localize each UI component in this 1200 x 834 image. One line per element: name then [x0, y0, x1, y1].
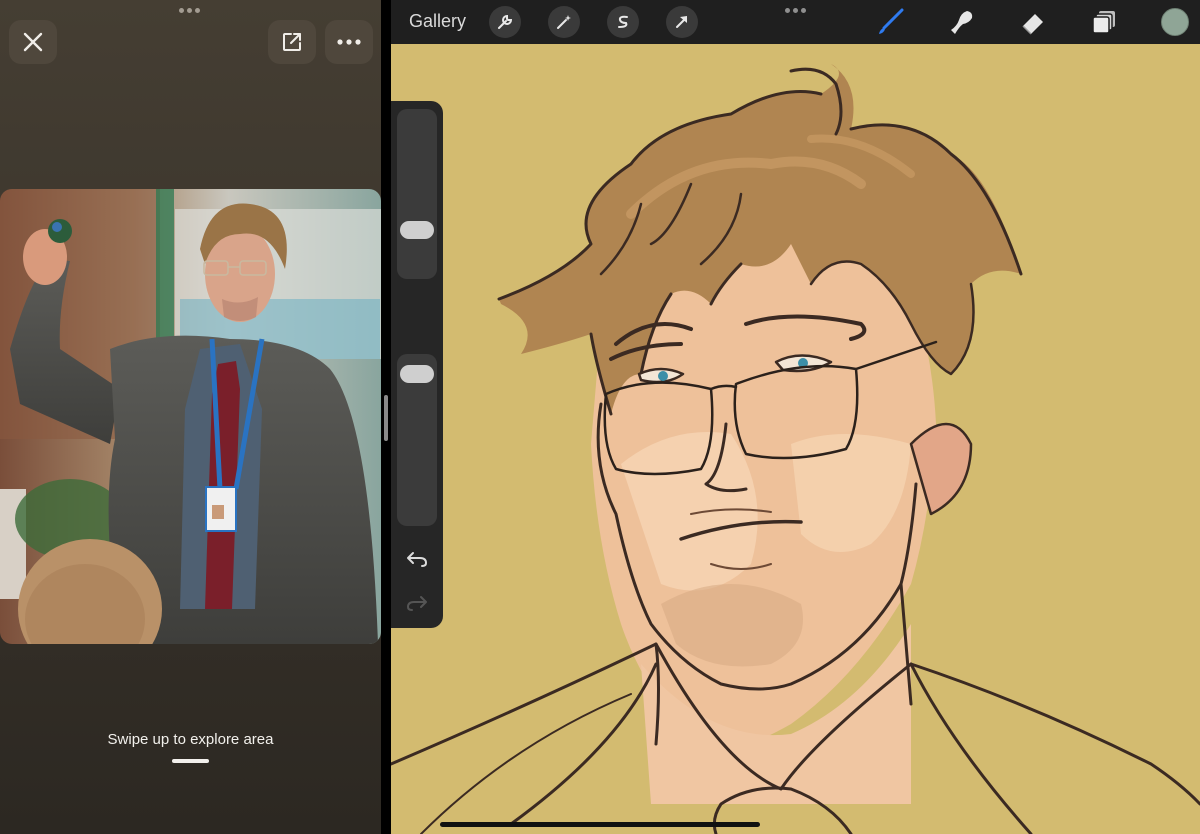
gallery-button[interactable]: Gallery — [409, 11, 466, 32]
drawing-canvas[interactable] — [391, 44, 1200, 834]
brush-icon — [879, 8, 904, 34]
magic-wand-icon — [557, 15, 571, 29]
opacity-thumb[interactable] — [400, 364, 434, 383]
toolbar: Gallery — [391, 0, 1200, 44]
brush-size-slider[interactable] — [397, 109, 437, 279]
eraser-icon — [1022, 14, 1043, 35]
layers-icon — [1092, 11, 1115, 34]
image-viewer-pane: Swipe up to explore area — [0, 0, 381, 834]
swipe-up-hint: Swipe up to explore area — [107, 731, 274, 748]
wrench-icon — [498, 14, 513, 29]
brush-button[interactable] — [875, 7, 905, 37]
brush-size-thumb[interactable] — [400, 221, 434, 240]
actions-button[interactable] — [489, 6, 521, 38]
brush-sidebar — [391, 101, 443, 628]
swipe-handle[interactable] — [172, 759, 209, 763]
adjustments-button[interactable] — [548, 6, 580, 38]
multitasking-dots-icon[interactable] — [179, 8, 200, 13]
selection-icon — [618, 15, 628, 28]
more-button[interactable] — [325, 20, 373, 64]
more-icon — [337, 39, 361, 45]
color-picker-button[interactable] — [1161, 8, 1189, 36]
split-view-handle[interactable] — [384, 395, 388, 441]
redo-icon — [407, 596, 427, 611]
share-button[interactable] — [268, 20, 316, 64]
transform-button[interactable] — [666, 6, 698, 38]
layers-button[interactable] — [1089, 7, 1119, 37]
multitasking-dots-icon[interactable] — [785, 8, 806, 13]
close-button[interactable] — [9, 20, 57, 64]
share-icon — [283, 33, 301, 51]
smudge-button[interactable] — [946, 7, 976, 37]
transform-arrow-icon — [676, 16, 687, 28]
drawing-app-pane: Gallery — [391, 0, 1200, 834]
close-icon — [23, 32, 43, 52]
selection-button[interactable] — [607, 6, 639, 38]
undo-icon — [407, 552, 427, 567]
smudge-icon — [951, 11, 973, 34]
reference-photo[interactable] — [0, 189, 381, 644]
eraser-button[interactable] — [1018, 7, 1048, 37]
home-indicator[interactable] — [440, 822, 760, 827]
redo-button[interactable] — [404, 592, 430, 614]
undo-button[interactable] — [404, 548, 430, 570]
